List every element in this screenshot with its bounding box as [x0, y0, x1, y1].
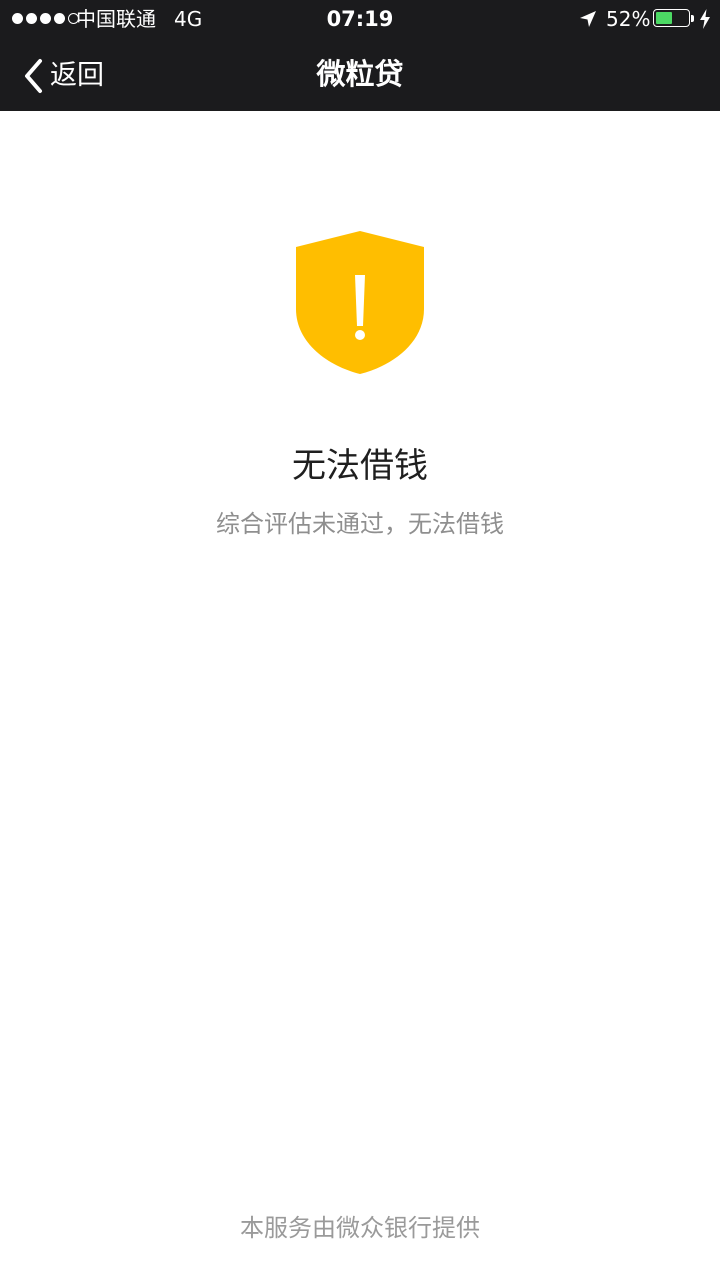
location-arrow-icon — [580, 11, 596, 27]
charging-bolt-icon — [700, 9, 710, 29]
battery-level-fill — [656, 12, 673, 24]
result-title: 无法借钱 — [292, 446, 428, 486]
status-bar: 中国联通 4G 07:19 52% — [0, 0, 720, 38]
service-provider-note: 本服务由微众银行提供 — [240, 1214, 480, 1242]
result-subtitle: 综合评估未通过，无法借钱 — [216, 510, 504, 538]
battery-percent: 52% — [606, 7, 651, 31]
exclamation-dot — [355, 330, 365, 340]
top-bar: 中国联通 4G 07:19 52% 返回 微粒贷 — [0, 0, 720, 111]
battery-tip — [691, 15, 694, 22]
nav-bar: 返回 微粒贷 — [0, 38, 720, 111]
battery-icon — [653, 9, 690, 27]
page-title: 微粒贷 — [316, 57, 404, 91]
shield-warning-icon — [296, 231, 424, 374]
